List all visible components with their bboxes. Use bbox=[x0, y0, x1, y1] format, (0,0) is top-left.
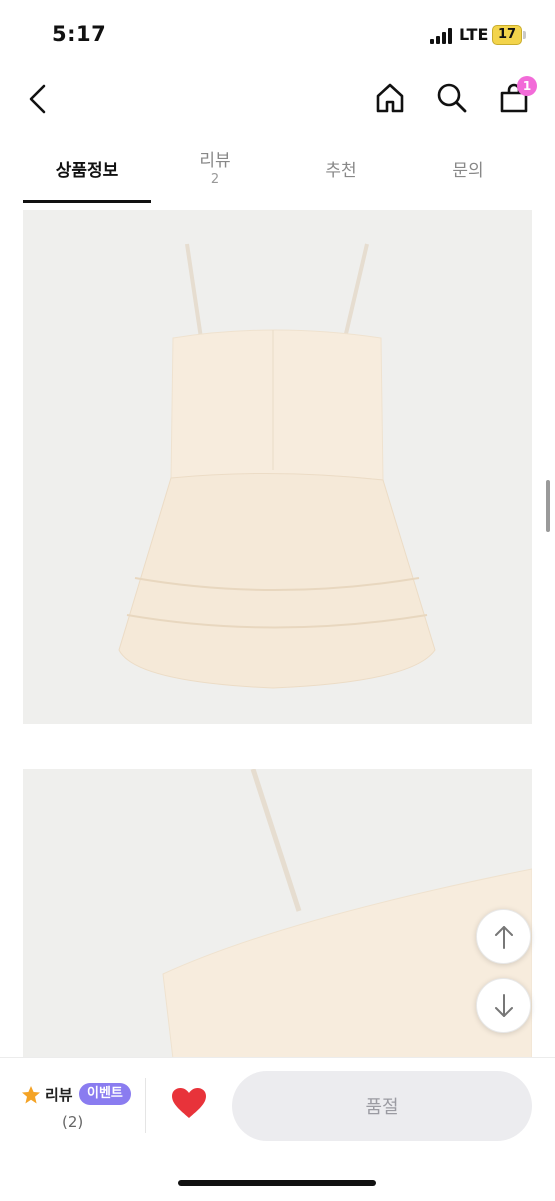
review-label: 리뷰 bbox=[45, 1086, 73, 1104]
arrow-down-icon bbox=[495, 994, 513, 1017]
back-icon[interactable] bbox=[26, 84, 50, 114]
scroll-up-button[interactable] bbox=[476, 909, 531, 964]
dress-detail-illustration bbox=[162, 769, 532, 1059]
star-icon bbox=[22, 1086, 40, 1104]
product-image-front bbox=[23, 210, 532, 724]
arrow-up-icon bbox=[495, 926, 513, 949]
tab-product-info[interactable]: 상품정보 bbox=[23, 140, 151, 204]
battery-level: 17 bbox=[497, 27, 517, 42]
network-label: LTE bbox=[459, 25, 489, 44]
home-indicator bbox=[178, 1180, 376, 1186]
search-icon[interactable] bbox=[436, 82, 468, 114]
review-summary[interactable]: 리뷰 이벤트 (2) bbox=[18, 1082, 133, 1142]
tab-label: 상품정보 bbox=[55, 161, 119, 181]
product-image-detail bbox=[23, 769, 532, 1059]
tab-bar: 상품정보 리뷰 2 추천 문의 bbox=[0, 140, 555, 204]
tab-reviews[interactable]: 리뷰 2 bbox=[151, 140, 279, 204]
tab-label: 문의 bbox=[452, 161, 484, 181]
tab-review-count: 2 bbox=[210, 172, 220, 187]
tab-recommend[interactable]: 추천 bbox=[277, 140, 405, 204]
dress-illustration bbox=[118, 243, 436, 689]
battery-icon: 17 bbox=[492, 25, 522, 45]
status-bar: 5:17 LTE 17 bbox=[0, 0, 555, 70]
home-icon[interactable] bbox=[374, 82, 406, 114]
tab-inquiry[interactable]: 문의 bbox=[404, 140, 532, 204]
review-count: (2) bbox=[62, 1113, 84, 1131]
top-nav bbox=[0, 70, 555, 130]
battery-tip bbox=[523, 31, 526, 39]
active-tab-indicator bbox=[23, 200, 151, 203]
status-time: 5:17 bbox=[52, 22, 107, 46]
tab-label: 리뷰 bbox=[199, 151, 231, 171]
cart-count-badge: 1 bbox=[517, 76, 537, 96]
signal-icon bbox=[430, 28, 454, 44]
scrollbar[interactable] bbox=[546, 480, 550, 532]
scroll-down-button[interactable] bbox=[476, 978, 531, 1033]
tab-label: 추천 bbox=[325, 161, 357, 181]
heart-icon[interactable] bbox=[170, 1086, 208, 1120]
event-badge: 이벤트 bbox=[79, 1083, 131, 1105]
divider bbox=[145, 1078, 146, 1133]
sold-out-button[interactable]: 품절 bbox=[232, 1071, 532, 1141]
